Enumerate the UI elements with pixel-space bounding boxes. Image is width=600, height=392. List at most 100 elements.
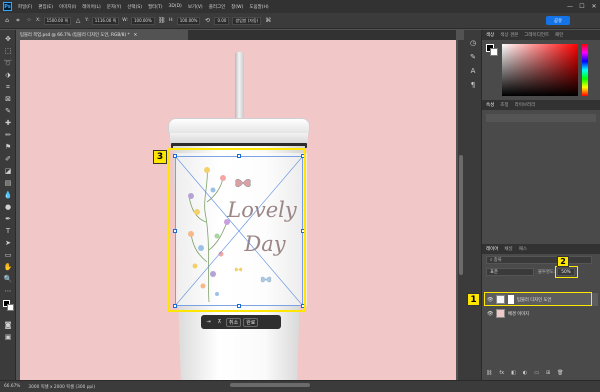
new-group-icon[interactable]: ▭	[534, 370, 539, 376]
home-icon[interactable]: ⌂	[3, 17, 11, 25]
document-tab[interactable]: 텀블러 목업.psd @ 66.7% (텀블러 디자인 도안, RGB/8) *…	[16, 30, 188, 40]
maximize-icon[interactable]: ☐	[576, 3, 588, 10]
reference-point-icon[interactable]: ⁘	[25, 17, 33, 25]
flip-horizontal-button[interactable]: ⇥	[204, 318, 213, 327]
menu-plugins[interactable]: 플러그인	[206, 4, 229, 10]
dodge-tool-icon[interactable]: ●	[3, 202, 13, 212]
object-select-tool-icon[interactable]: ⬗	[3, 70, 13, 80]
eyedropper-tool-icon[interactable]: ✎	[3, 106, 13, 116]
pen-tool-icon[interactable]: ✒	[3, 214, 13, 224]
menu-edit[interactable]: 편집(E)	[35, 4, 56, 10]
frame-tool-icon[interactable]: ⊠	[3, 94, 13, 104]
interpolation-select[interactable]: 쌍입방 (자동)	[232, 16, 262, 25]
share-button[interactable]: 공유	[546, 16, 570, 25]
w-input[interactable]: 100.00%	[130, 16, 155, 25]
menu-3d[interactable]: 3D(D)	[166, 4, 185, 9]
menu-layer[interactable]: 레이어(L)	[79, 4, 103, 10]
menu-file[interactable]: 파일(F)	[15, 4, 35, 10]
marquee-tool-icon[interactable]: ⬚	[3, 46, 13, 56]
history-brush-tool-icon[interactable]: ✐	[3, 154, 13, 164]
canvas[interactable]: Lovely Day 3 ⇥ ⊼ 취소 완료	[20, 40, 456, 380]
paragraph-panel-icon[interactable]: ¶	[468, 80, 478, 90]
blend-mode-select[interactable]: 표준	[486, 268, 534, 276]
options-bar: ⌂ ⌗ ⁘ X: 1500.00 픽 △ Y: 1116.00 픽 W: 100…	[0, 13, 600, 29]
type-tool-icon[interactable]: T	[3, 226, 13, 236]
h-input[interactable]: 100.00%	[176, 16, 201, 25]
history-panel-icon[interactable]: ◷	[468, 38, 478, 48]
horizontal-scroll-thumb[interactable]	[230, 383, 310, 387]
tab-layers[interactable]: 레이어	[486, 246, 498, 252]
quick-mask-icon[interactable]: ◙	[3, 320, 13, 330]
zoom-level[interactable]: 66.67%	[4, 384, 20, 389]
link-icon[interactable]: ⛓	[158, 17, 166, 25]
tab-color[interactable]: 색상	[486, 32, 494, 38]
zoom-tool-icon[interactable]: 🔍	[3, 274, 13, 284]
delete-layer-icon[interactable]: 🗑	[557, 370, 563, 376]
done-button[interactable]: 완료	[243, 317, 259, 327]
angle-input[interactable]: 0.00	[214, 16, 230, 25]
panel-background-swatch[interactable]	[490, 48, 498, 56]
warp-icon[interactable]: ⌘	[264, 17, 272, 25]
clone-stamp-tool-icon[interactable]: ⚑	[3, 142, 13, 152]
cancel-button[interactable]: 취소	[226, 317, 242, 327]
tab-gradients[interactable]: 그레이디언트	[524, 32, 549, 38]
healing-brush-tool-icon[interactable]: ✚	[3, 118, 13, 128]
layer-filter-select[interactable]: ⌕ 종류	[486, 256, 592, 264]
tab-channels[interactable]: 채널	[504, 246, 512, 252]
more-tools-icon[interactable]: ⋯	[3, 286, 13, 296]
tab-properties[interactable]: 속성	[486, 102, 494, 108]
hue-slider[interactable]	[582, 44, 588, 96]
character-panel-icon[interactable]: A	[468, 66, 478, 76]
y-input[interactable]: 1116.00 픽	[91, 16, 120, 25]
delta-icon[interactable]: △	[74, 17, 82, 25]
brush-settings-icon[interactable]: ✎	[468, 52, 478, 62]
visibility-eye-icon[interactable]: 👁	[487, 311, 493, 317]
background-color-swatch[interactable]	[7, 304, 14, 311]
crop-tool-icon[interactable]: ⌗	[3, 82, 13, 92]
add-mask-icon[interactable]: ◧	[511, 370, 516, 376]
document-info[interactable]: 3000 픽셀 x 2000 픽셀 (300 ppi)	[28, 384, 95, 390]
menu-image[interactable]: 이미지(I)	[56, 4, 79, 10]
menu-help[interactable]: 도움말(H)	[246, 4, 271, 10]
link-layers-icon[interactable]: ⛓	[486, 370, 492, 376]
adjustment-layer-icon[interactable]: ◐	[523, 370, 527, 376]
blur-tool-icon[interactable]: 💧	[3, 190, 13, 200]
menu-view[interactable]: 보기(V)	[185, 4, 206, 10]
document-tab-title: 텀블러 목업.psd @ 66.7% (텀블러 디자인 도안, RGB/8) *	[20, 33, 130, 38]
screen-mode-icon[interactable]: ▣	[3, 332, 13, 342]
menu-filter[interactable]: 필터(T)	[145, 4, 166, 10]
close-tab-icon[interactable]: ✕	[134, 33, 138, 38]
layer-thumbnail	[496, 309, 505, 318]
tab-paths[interactable]: 패스	[519, 246, 527, 252]
eraser-tool-icon[interactable]: ◪	[3, 166, 13, 176]
menu-type[interactable]: 문자(Y)	[104, 4, 125, 10]
tab-swatches[interactable]: 색상 견본	[500, 32, 518, 38]
menu-select[interactable]: 선택(S)	[124, 4, 145, 10]
layer-filter-label: 종류	[493, 258, 502, 263]
shape-tool-icon[interactable]: ▭	[3, 250, 13, 260]
callout-marker-3: 3	[153, 150, 167, 164]
x-input[interactable]: 1500.00 픽	[43, 16, 72, 25]
tab-libraries[interactable]: 라이브러리	[515, 102, 536, 108]
vertical-scroll-thumb[interactable]	[459, 155, 463, 275]
layer-row-background[interactable]: 👁 배경 이미지	[484, 307, 598, 320]
brush-tool-icon[interactable]: ✏	[3, 130, 13, 140]
transform-tool-icon[interactable]: ⌗	[14, 17, 22, 25]
gradient-tool-icon[interactable]: ▤	[3, 178, 13, 188]
rotate-icon[interactable]: ⟲	[203, 17, 211, 25]
tab-adjustments[interactable]: 조정	[500, 102, 508, 108]
layers-panel-tabs: 레이어 채널 패스	[482, 244, 600, 254]
new-layer-icon[interactable]: ⊞	[546, 370, 550, 376]
menu-window[interactable]: 창(W)	[228, 4, 246, 10]
collapsed-panels-column: ◷ ✎ A ¶	[464, 30, 482, 380]
layer-style-icon[interactable]: fx	[499, 370, 504, 376]
hand-tool-icon[interactable]: ✋	[3, 262, 13, 272]
move-tool-icon[interactable]: ✥	[3, 34, 13, 44]
tab-patterns[interactable]: 패턴	[555, 32, 563, 38]
minimize-icon[interactable]: —	[564, 3, 576, 10]
flip-vertical-button[interactable]: ⊼	[215, 318, 224, 327]
close-icon[interactable]: ✕	[588, 3, 600, 10]
lasso-tool-icon[interactable]: ➰	[3, 58, 13, 68]
color-picker-field[interactable]	[502, 44, 578, 96]
path-select-tool-icon[interactable]: ➤	[3, 238, 13, 248]
